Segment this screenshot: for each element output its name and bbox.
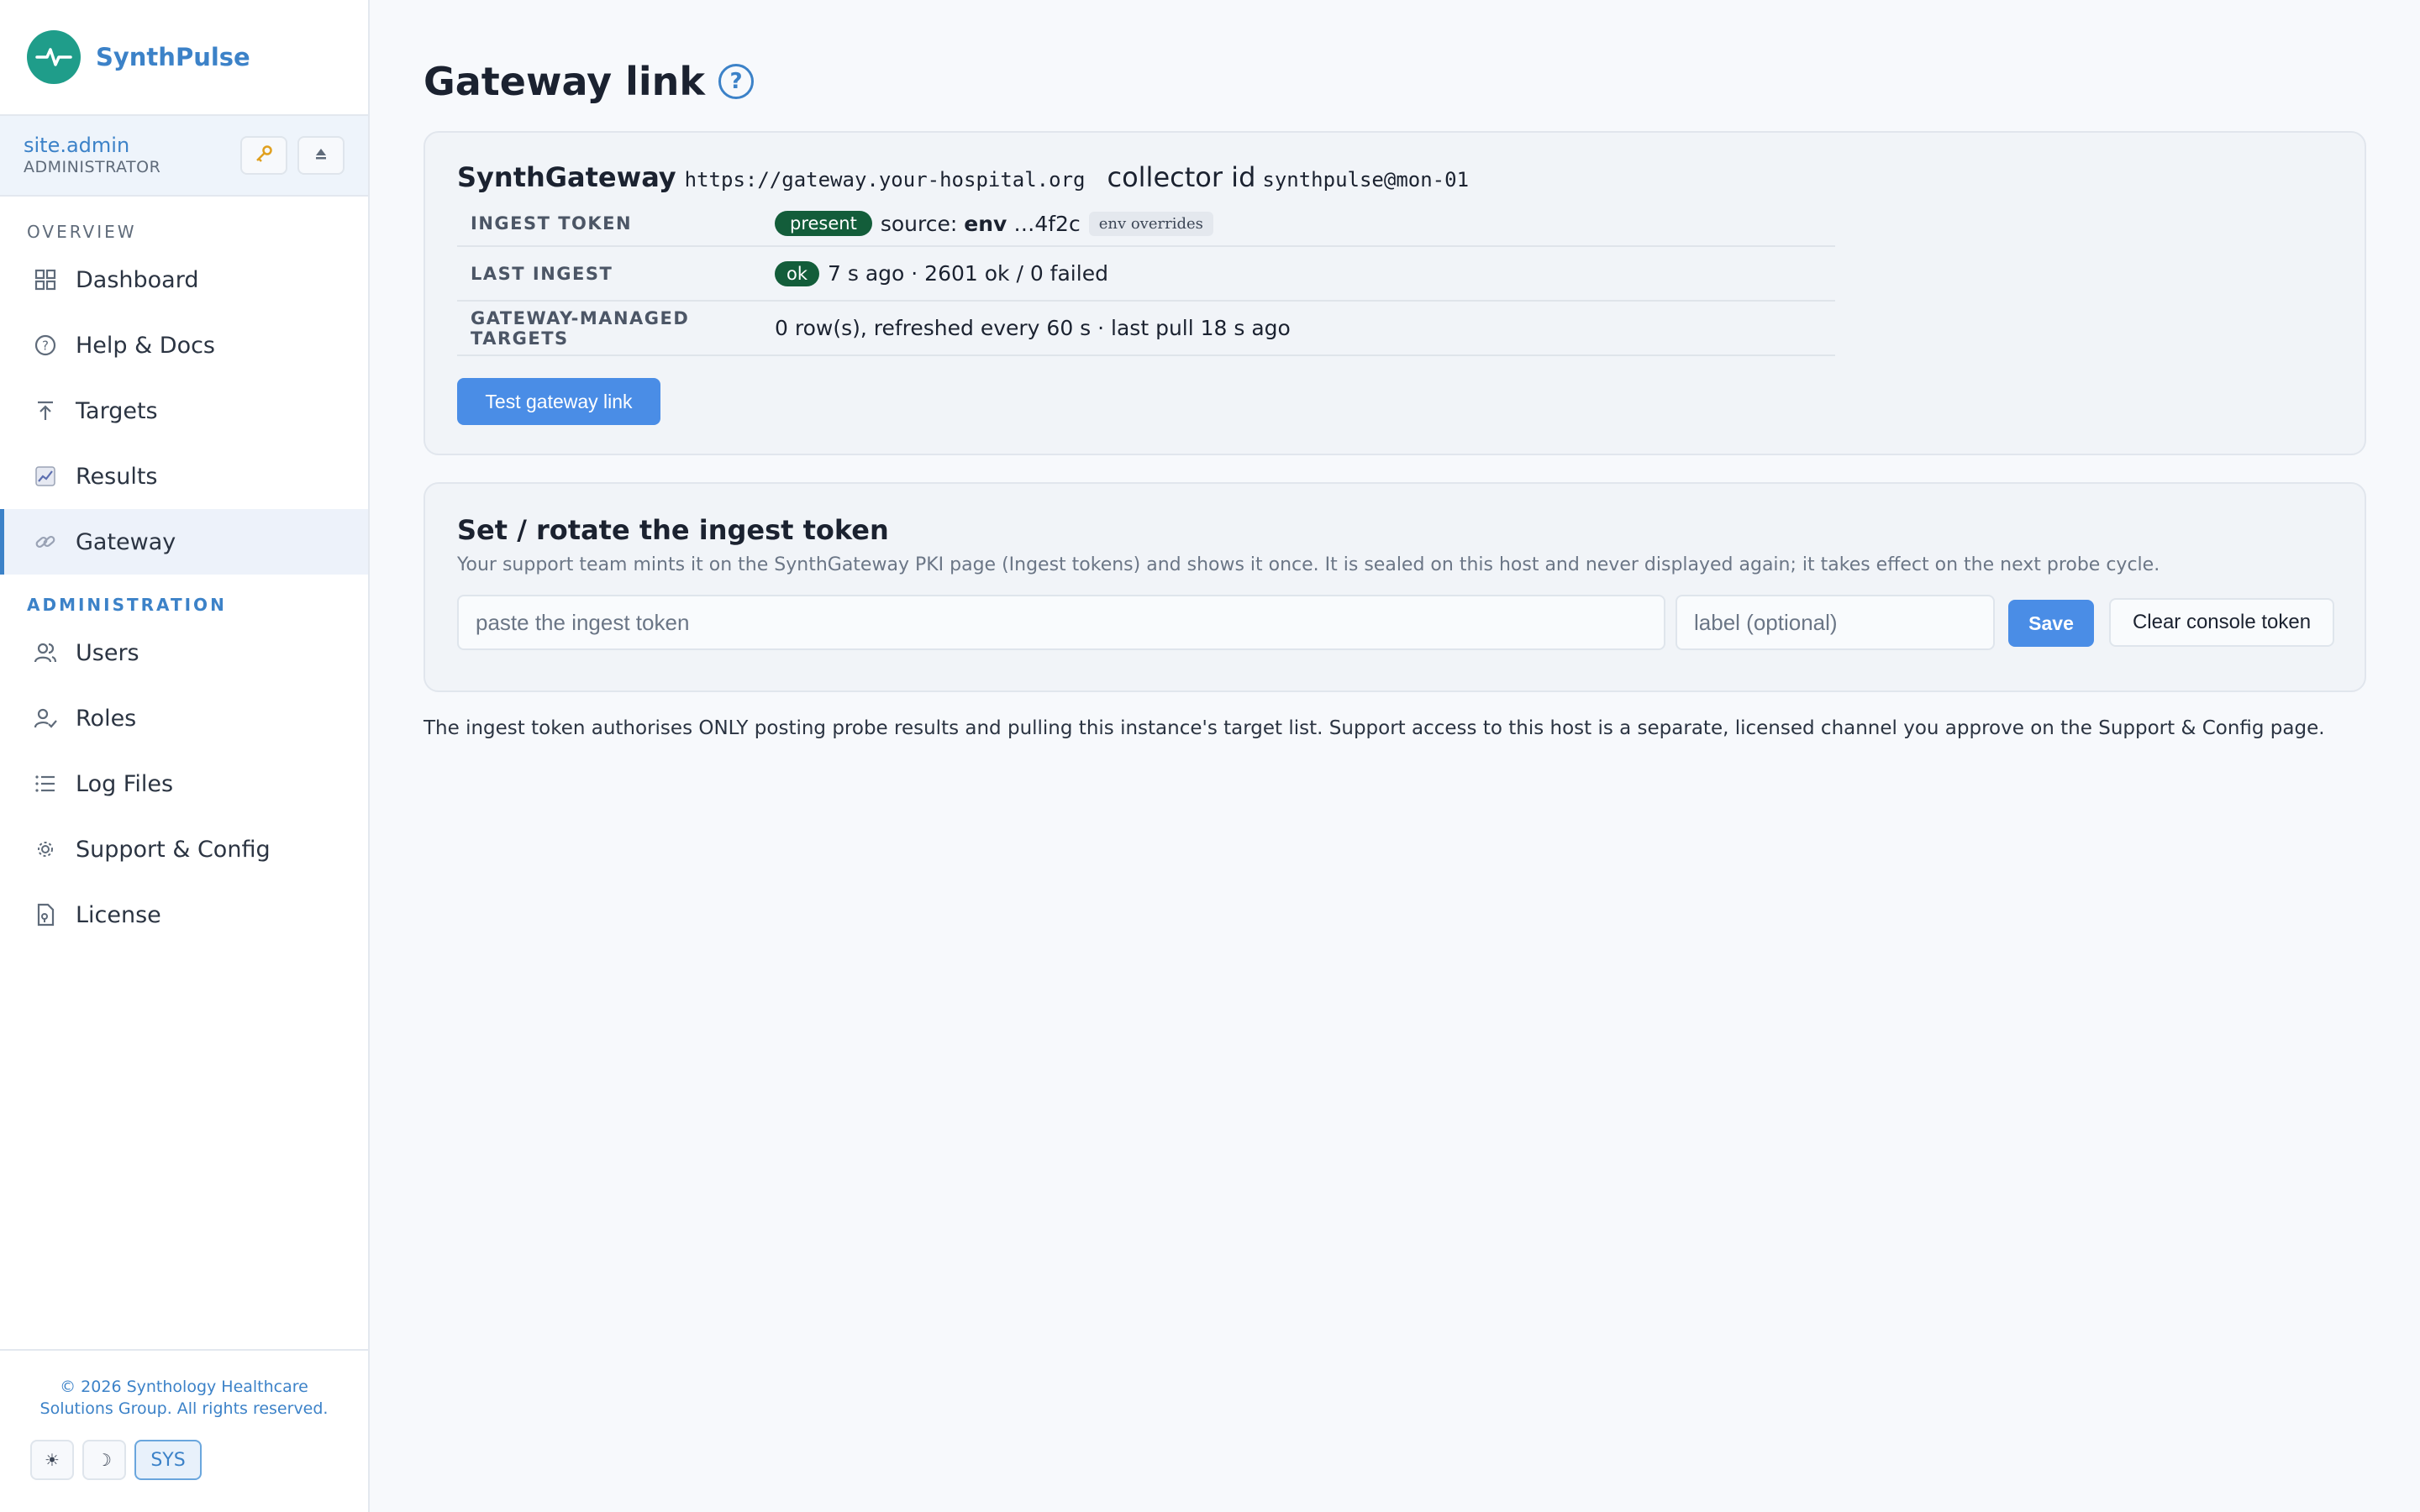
sidebar-item-label: Roles	[76, 705, 137, 732]
arrow-up-icon	[32, 397, 59, 424]
sidebar: SynthPulse site.admin ADMINISTRATOR OVER…	[0, 0, 370, 1512]
brand-name: SynthPulse	[96, 43, 250, 71]
sidebar-item-label: License	[76, 901, 161, 928]
clear-token-button[interactable]: Clear console token	[2109, 598, 2334, 647]
token-suffix: …4f2c	[1013, 211, 1081, 236]
sidebar-item-support-config[interactable]: Support & Config	[0, 816, 368, 882]
sidebar-item-label: Log Files	[76, 770, 174, 797]
svg-text:?: ?	[42, 339, 49, 354]
theme-switcher: ☀ ☽ SYS	[0, 1440, 368, 1480]
source-value: env	[964, 211, 1007, 236]
label-input[interactable]: label (optional)	[1676, 595, 1995, 650]
link-icon	[32, 528, 59, 555]
row-value: present source: env …4f2c env overrides	[775, 211, 1213, 236]
status-badge: present	[775, 211, 872, 236]
pulse-logo-icon	[27, 30, 81, 84]
theme-light-button[interactable]: ☀	[30, 1440, 74, 1480]
grid-icon	[32, 266, 59, 293]
brand[interactable]: SynthPulse	[0, 0, 368, 116]
row-value: ok 7 s ago · 2601 ok / 0 failed	[775, 260, 1108, 286]
sidebar-item-roles[interactable]: Roles	[0, 685, 368, 751]
help-icon[interactable]: ?	[718, 64, 754, 99]
gateway-details-table: INGEST TOKEN present source: env …4f2c e…	[457, 202, 1835, 356]
table-row-targets: GATEWAY-MANAGED TARGETS 0 row(s), refres…	[457, 302, 1835, 356]
sidebar-item-label: Targets	[76, 397, 158, 424]
last-ingest-text: 7 s ago · 2601 ok / 0 failed	[828, 261, 1108, 286]
table-row-last-ingest: LAST INGEST ok 7 s ago · 2601 ok / 0 fai…	[457, 247, 1835, 302]
page-header: Gateway link ?	[424, 59, 754, 104]
env-overrides-chip: env overrides	[1088, 211, 1213, 236]
collector-id-label: collector id	[1107, 161, 1256, 193]
ingest-token-input[interactable]: paste the ingest token	[457, 595, 1665, 650]
row-value: 0 row(s), refreshed every 60 s · last pu…	[775, 316, 1291, 340]
chart-icon	[32, 463, 59, 490]
sidebar-footer: © 2026 Synthology Healthcare Solutions G…	[0, 1349, 368, 1512]
user-role: ADMINISTRATOR	[24, 158, 161, 176]
sidebar-item-log-files[interactable]: Log Files	[0, 751, 368, 816]
sun-icon: ☀	[45, 1450, 60, 1470]
row-key: INGEST TOKEN	[471, 213, 633, 234]
rotate-token-card: Set / rotate the ingest token Your suppo…	[424, 482, 2366, 692]
sidebar-item-dashboard[interactable]: Dashboard	[0, 247, 368, 312]
status-badge: ok	[775, 260, 820, 286]
document-icon	[32, 901, 59, 928]
copyright: © 2026 Synthology Healthcare Solutions G…	[39, 1378, 329, 1418]
sidebar-item-users[interactable]: Users	[0, 620, 368, 685]
table-row-ingest-token: INGEST TOKEN present source: env …4f2c e…	[457, 202, 1835, 247]
save-button[interactable]: Save	[2008, 600, 2094, 647]
source-label: source:	[880, 211, 958, 236]
gateway-name: SynthGateway	[457, 161, 676, 193]
sidebar-item-label: Dashboard	[76, 266, 199, 293]
row-key: LAST INGEST	[471, 263, 613, 284]
gateway-url: https://gateway.your-hospital.org	[684, 168, 1086, 192]
sidebar-item-label: Users	[76, 639, 139, 666]
sidebar-item-license[interactable]: License	[0, 882, 368, 948]
sidebar-item-targets[interactable]: Targets	[0, 378, 368, 444]
sidebar-item-gateway[interactable]: Gateway	[0, 509, 368, 575]
gateway-status-card: SynthGateway https://gateway.your-hospit…	[424, 131, 2366, 455]
collector-id: synthpulse@mon-01	[1262, 168, 1470, 192]
moon-icon: ☽	[97, 1450, 112, 1470]
sidebar-item-label: Help & Docs	[76, 332, 215, 359]
list-icon	[32, 770, 59, 797]
users-icon	[32, 639, 59, 666]
gear-icon	[32, 836, 59, 863]
sidebar-item-label: Support & Config	[76, 836, 271, 863]
user-panel: site.admin ADMINISTRATOR	[0, 116, 368, 197]
user-check-icon	[32, 705, 59, 732]
row-key: GATEWAY-MANAGED TARGETS	[471, 307, 690, 349]
nav-section-administration: ADMINISTRATION	[27, 595, 227, 615]
section-title: Set / rotate the ingest token	[457, 514, 889, 546]
sidebar-item-label: Results	[76, 463, 158, 490]
theme-dark-button[interactable]: ☽	[82, 1440, 126, 1480]
user-name[interactable]: site.admin	[24, 134, 160, 157]
test-gateway-button[interactable]: Test gateway link	[457, 378, 660, 425]
eject-logout-button[interactable]	[297, 136, 345, 175]
page-title: Gateway link	[424, 59, 705, 104]
gateway-header: SynthGateway https://gateway.your-hospit…	[457, 161, 1469, 193]
sidebar-item-label: Gateway	[76, 528, 176, 555]
footnote: The ingest token authorises ONLY posting…	[424, 717, 2325, 739]
section-description: Your support team mints it on the SynthG…	[457, 554, 2160, 575]
key-icon	[255, 144, 273, 167]
sidebar-item-results[interactable]: Results	[0, 444, 368, 509]
nav-section-overview: OVERVIEW	[27, 222, 137, 242]
theme-system-button[interactable]: SYS	[134, 1440, 202, 1480]
sidebar-item-help-docs[interactable]: ? Help & Docs	[0, 312, 368, 378]
key-button[interactable]	[240, 136, 287, 175]
eject-icon	[313, 145, 329, 165]
question-circle-icon: ?	[32, 332, 59, 359]
